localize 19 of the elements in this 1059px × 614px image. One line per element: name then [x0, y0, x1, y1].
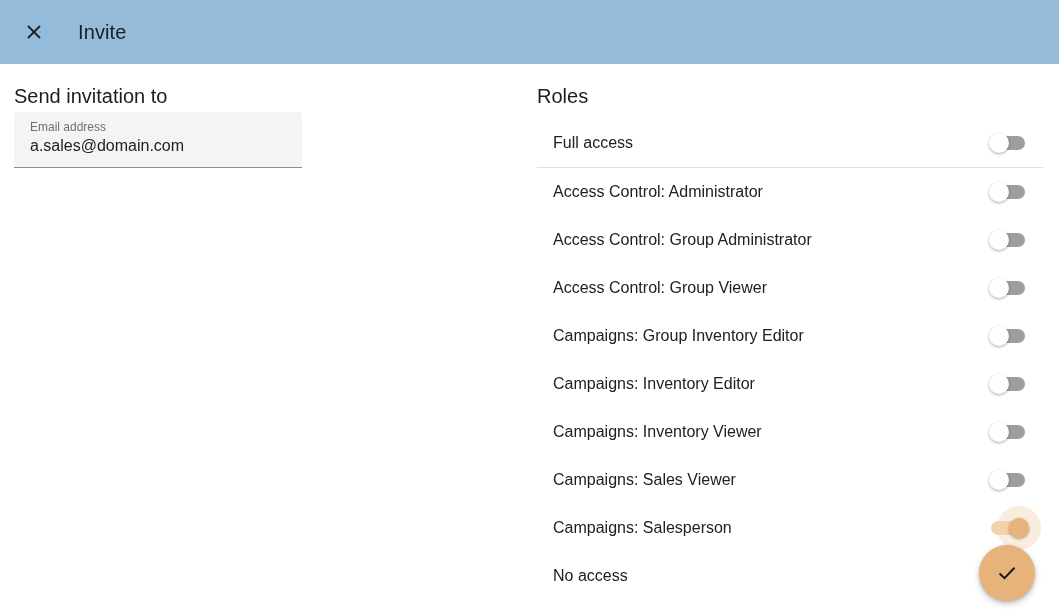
role-label: Campaigns: Inventory Viewer: [553, 423, 762, 441]
close-icon: [27, 25, 41, 39]
check-icon: [998, 566, 1016, 580]
field-label: Email address: [30, 120, 107, 134]
section-heading: Roles: [537, 84, 589, 108]
section-heading: Send invitation to: [14, 84, 168, 108]
dialog-title: Invite: [78, 20, 127, 44]
toggle-switch[interactable]: [989, 518, 1029, 538]
role-label: Campaigns: Salesperson: [553, 519, 732, 537]
email-field[interactable]: Email address a.sales@domain.com: [14, 112, 302, 168]
role-label: Access Control: Administrator: [553, 183, 763, 201]
role-label: Access Control: Group Administrator: [553, 231, 812, 249]
role-label: Campaigns: Inventory Editor: [553, 375, 755, 393]
role-label: Full access: [553, 134, 634, 152]
role-label: Access Control: Group Viewer: [553, 279, 767, 297]
confirm-button[interactable]: [979, 545, 1035, 601]
role-label: Campaigns: Group Inventory Editor: [553, 327, 804, 345]
role-label: No access: [553, 567, 628, 585]
role-label: Campaigns: Sales Viewer: [553, 471, 736, 489]
